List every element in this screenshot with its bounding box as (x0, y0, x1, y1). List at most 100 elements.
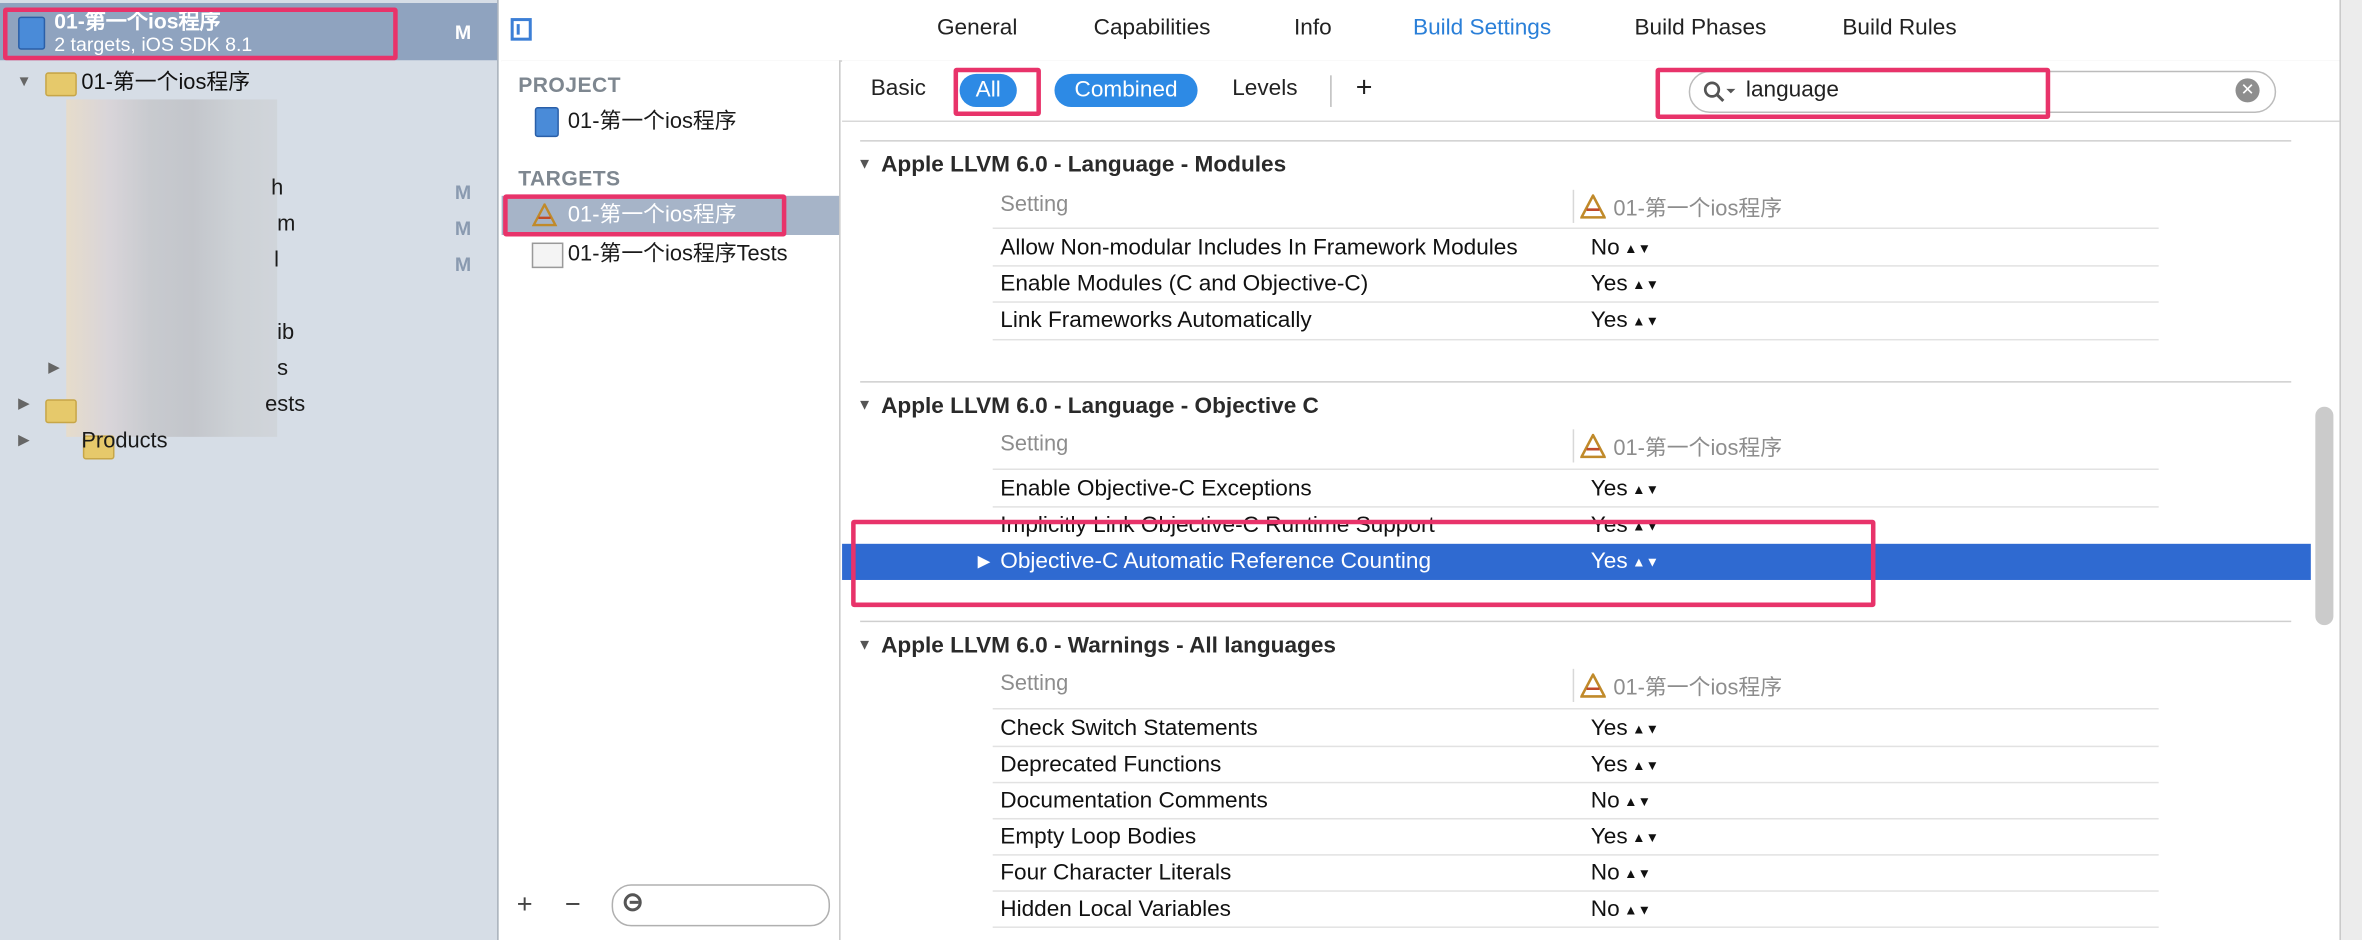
setting-value[interactable]: Yes ▲▼ (1591, 303, 1659, 341)
tab-info[interactable]: Info (1294, 15, 1332, 41)
group-separator (860, 620, 2292, 623)
modified-badge: M (454, 253, 472, 276)
file-item-partial[interactable]: ib (277, 321, 294, 345)
updown-icon: ▲▼ (1632, 482, 1660, 498)
blurred-file-list (66, 99, 278, 437)
column-separator (1572, 429, 1575, 463)
setting-column-header: Setting (1000, 671, 1069, 696)
highlight-search (1655, 67, 2051, 120)
modified-badge: M (454, 180, 472, 204)
group-title[interactable]: ▼ Apple LLVM 6.0 - Language - Modules (857, 152, 1286, 178)
project-badge: M (454, 21, 472, 44)
row-divider (992, 708, 2159, 710)
filter-combined[interactable]: Combined (1054, 73, 1198, 107)
tab-general[interactable]: General (937, 15, 1017, 41)
target-column-header: 01-第一个ios程序 (1580, 670, 1782, 702)
modified-badge: M (454, 216, 472, 240)
filter-divider (1330, 75, 1332, 107)
target-column-header: 01-第一个ios程序 (1580, 431, 1782, 463)
app-target-icon (1580, 433, 1606, 458)
setting-row[interactable]: Deprecated Functions Yes ▲▼ (842, 747, 2311, 783)
target-item-label: 01-第一个ios程序Tests (567, 242, 788, 267)
tab-build-rules[interactable]: Build Rules (1842, 15, 1956, 41)
setting-value[interactable]: Yes ▲▼ (1591, 711, 1659, 749)
add-setting-button[interactable]: + (1356, 72, 1373, 105)
tab-build-settings[interactable]: Build Settings (1413, 15, 1551, 41)
folder-icon (45, 399, 77, 424)
setting-row[interactable]: Four Character Literals No ▲▼ (842, 856, 2311, 892)
filter-icon (623, 893, 642, 912)
setting-value[interactable]: Yes ▲▼ (1591, 819, 1659, 857)
group-title[interactable]: ▼ Apple LLVM 6.0 - Language - Objective C (857, 393, 1319, 419)
updown-icon: ▲▼ (1632, 277, 1660, 293)
file-item-partial[interactable]: s (277, 357, 288, 381)
row-divider (992, 468, 2159, 470)
setting-value[interactable]: Yes ▲▼ (1591, 267, 1659, 305)
target-filter-field[interactable] (611, 884, 831, 927)
setting-value[interactable]: No ▲▼ (1591, 892, 1651, 930)
highlight-arc-setting (851, 519, 1876, 608)
updown-icon: ▲▼ (1624, 866, 1652, 882)
tab-capabilities[interactable]: Capabilities (1094, 15, 1211, 41)
file-item-partial[interactable]: l (274, 249, 279, 273)
app-target-icon (1580, 672, 1606, 698)
target-item-tests[interactable]: 01-第一个ios程序Tests (502, 235, 839, 274)
setting-value[interactable]: No ▲▼ (1591, 783, 1651, 821)
filter-levels[interactable]: Levels (1232, 75, 1297, 101)
target-column-header: 01-第一个ios程序 (1580, 191, 1782, 223)
disclosure-closed-icon[interactable]: ▶ (18, 396, 30, 413)
disclosure-closed-icon[interactable]: ▶ (18, 432, 30, 449)
group-row[interactable]: ▼ 01-第一个ios程序 (0, 66, 250, 99)
setting-row[interactable]: Check Switch Statements Yes ▲▼ (842, 711, 2311, 747)
setting-value[interactable]: No ▲▼ (1591, 856, 1651, 894)
build-settings-filter-bar: Basic All Combined Levels + language ✕ (842, 60, 2340, 123)
setting-row[interactable]: Hidden Local Variables No ▲▼ (842, 892, 2311, 928)
disclosure-open-icon[interactable]: ▼ (857, 157, 872, 174)
updown-icon: ▲▼ (1624, 241, 1652, 257)
setting-row[interactable]: Empty Loop Bodies Yes ▲▼ (842, 819, 2311, 855)
products-group[interactable]: Products (81, 429, 167, 453)
setting-value[interactable]: Yes ▲▼ (1591, 472, 1659, 510)
file-item-partial[interactable]: m (277, 212, 295, 236)
filter-basic[interactable]: Basic (871, 75, 926, 101)
setting-name: Allow Non-modular Includes In Framework … (1000, 234, 1518, 261)
setting-value[interactable]: No ▲▼ (1591, 230, 1651, 268)
setting-row[interactable]: Enable Modules (C and Objective-C) Yes ▲▼ (842, 267, 2311, 303)
disclosure-open-icon[interactable]: ▼ (857, 398, 872, 415)
group-title[interactable]: ▼ Apple LLVM 6.0 - Warnings - All languag… (857, 633, 1336, 659)
app-target-icon (1580, 193, 1606, 219)
inspector-pane-edge (2339, 0, 2362, 940)
setting-name: Four Character Literals (1000, 860, 1232, 886)
disclosure-closed-icon[interactable]: ▶ (48, 360, 60, 377)
column-separator (1572, 668, 1575, 702)
vertical-scrollbar[interactable] (2315, 406, 2334, 626)
group-separator (860, 140, 2292, 142)
group-title-text: Apple LLVM 6.0 - Language - Objective C (881, 393, 1319, 419)
tab-build-phases[interactable]: Build Phases (1634, 15, 1766, 41)
file-item-partial[interactable]: ests (265, 393, 305, 417)
setting-value[interactable]: Yes ▲▼ (1591, 747, 1659, 785)
setting-name: Hidden Local Variables (1000, 896, 1231, 922)
disclosure-open-icon[interactable]: ▼ (17, 66, 32, 99)
row-divider (992, 338, 2159, 341)
setting-row[interactable]: Enable Objective-C Exceptions Yes ▲▼ (842, 472, 2311, 508)
setting-row[interactable]: Documentation Comments No ▲▼ (842, 783, 2311, 819)
updown-icon: ▲▼ (1624, 902, 1652, 918)
group-separator (860, 381, 2292, 383)
updown-icon: ▲▼ (1632, 757, 1660, 773)
setting-row[interactable]: Link Frameworks Automatically Yes ▲▼ (842, 303, 2311, 339)
project-item[interactable]: 01-第一个ios程序 (502, 102, 839, 141)
highlight-all-filter (953, 67, 1041, 116)
setting-row[interactable]: Allow Non-modular Includes In Framework … (842, 230, 2311, 266)
clear-search-icon[interactable]: ✕ (2235, 78, 2260, 103)
sidebar-toggle-icon[interactable] (510, 18, 532, 41)
disclosure-open-icon[interactable]: ▼ (857, 637, 872, 654)
project-item-label: 01-第一个ios程序 (567, 109, 737, 135)
add-target-button[interactable]: + (517, 889, 533, 921)
project-section-header: PROJECT (518, 72, 621, 97)
test-bundle-icon (531, 242, 564, 269)
remove-target-button[interactable]: − (565, 889, 581, 921)
updown-icon: ▲▼ (1624, 793, 1652, 809)
highlight-project-root (3, 7, 398, 61)
file-item-partial[interactable]: h (271, 176, 283, 200)
